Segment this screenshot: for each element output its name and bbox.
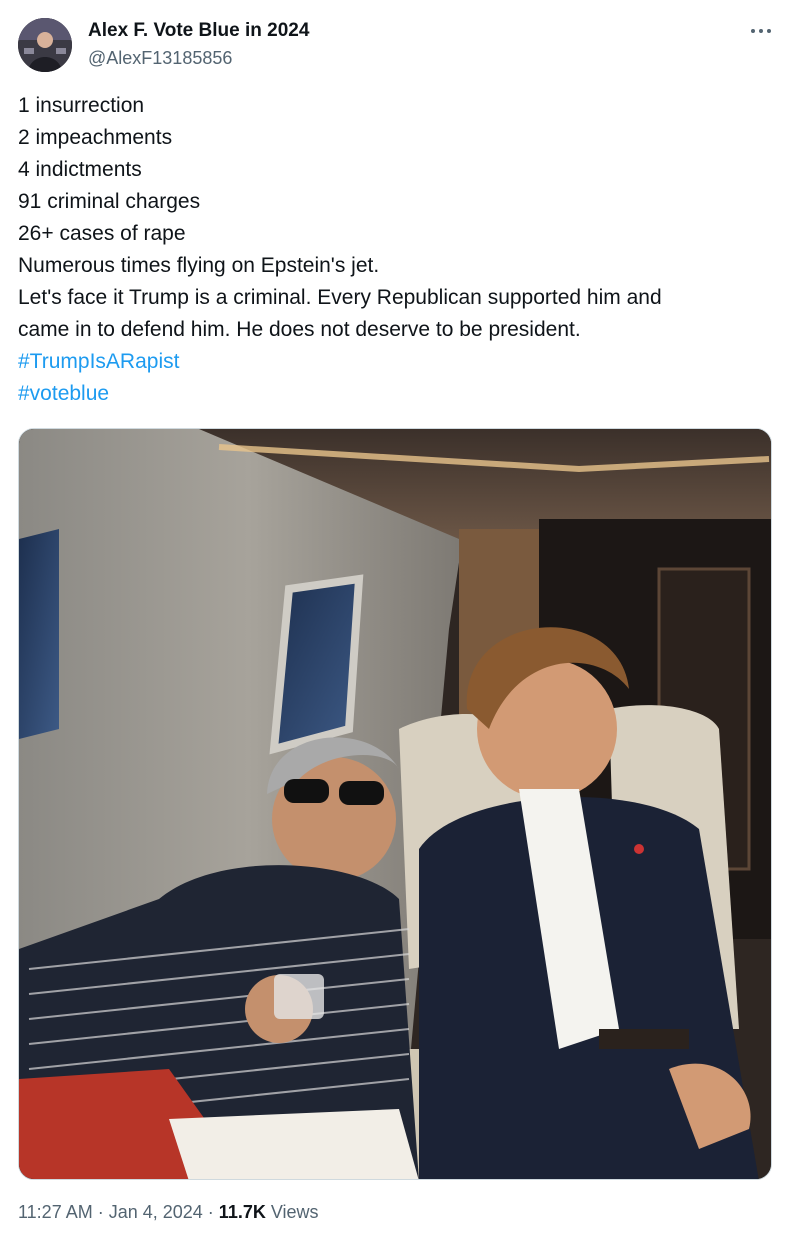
author-display-name[interactable]: Alex F. Vote Blue in 2024: [88, 20, 309, 42]
tweet-line: 4 indictments: [18, 158, 142, 181]
meta-separator: ·: [92, 1202, 109, 1222]
tweet-text: 1 insurrection 2 impeachments 4 indictme…: [18, 90, 778, 410]
tweet-line: Numerous times flying on Epstein's jet.: [18, 254, 380, 277]
avatar-image: [18, 18, 72, 72]
tweet-media-image[interactable]: [18, 428, 772, 1180]
meta-separator: ·: [202, 1202, 219, 1222]
tweet-time[interactable]: 11:27 AM: [18, 1202, 93, 1222]
tweet-meta: 11:27 AM · Jan 4, 2024 · 11.7K Views: [18, 1202, 319, 1223]
tweet-line: 26+ cases of rape: [18, 222, 186, 245]
more-horizontal-icon: [751, 29, 771, 33]
tweet-line: came in to defend him. He does not deser…: [18, 318, 581, 341]
views-count[interactable]: 11.7K: [219, 1202, 266, 1222]
views-label: Views: [265, 1202, 319, 1222]
tweet-date[interactable]: Jan 4, 2024: [109, 1202, 203, 1222]
photo-illustration: [19, 429, 771, 1179]
more-options-button[interactable]: [744, 14, 778, 48]
author-handle[interactable]: @AlexF13185856: [88, 48, 232, 69]
tweet-line: 91 criminal charges: [18, 190, 201, 213]
avatar[interactable]: [18, 18, 72, 72]
tweet-line: 2 impeachments: [18, 126, 173, 149]
hashtag-link[interactable]: #TrumpIsARapist: [18, 346, 778, 378]
tweet-line: 1 insurrection: [18, 94, 145, 117]
hashtag-link[interactable]: #voteblue: [18, 378, 778, 410]
tweet-line: Let's face it Trump is a criminal. Every…: [18, 286, 662, 309]
